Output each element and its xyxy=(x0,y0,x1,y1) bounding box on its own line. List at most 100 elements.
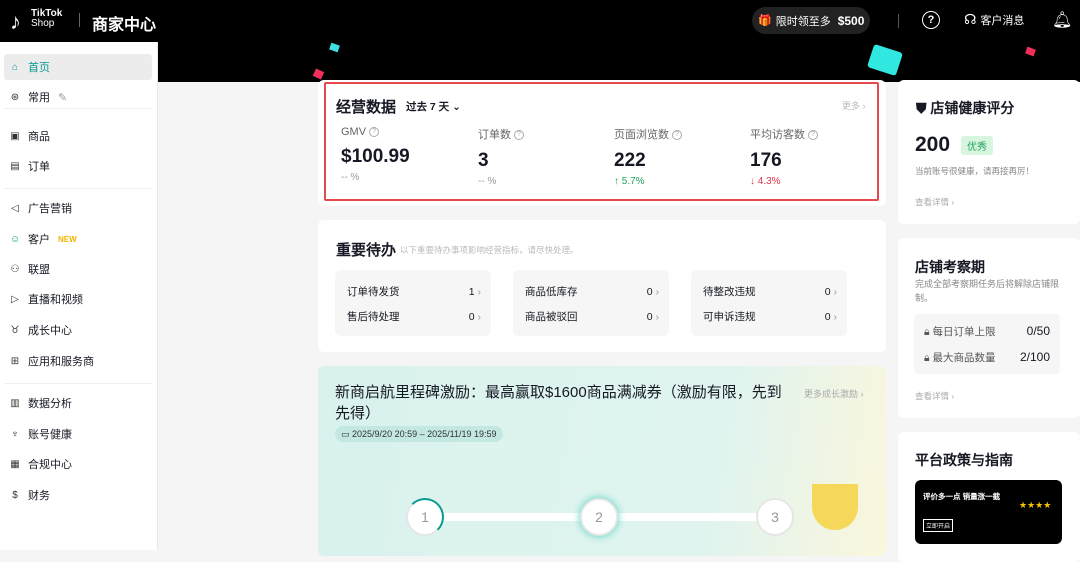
headset-icon: ☊ xyxy=(964,11,977,27)
calendar-icon: ▭ xyxy=(341,429,350,439)
clipboard-icon: ▤ xyxy=(10,160,20,172)
sidebar-item-affiliate[interactable]: ⚇ 联盟 xyxy=(4,256,152,282)
customer-messages-label: 客户消息 xyxy=(980,14,1025,27)
sidebar: ⌂ 首页 ⊛ 常用 ✎ ▣ 商品 ▤ 订单 ◁ 广告营销 ☺ 客户 NEW ⚇ 联盟 ▷ 直播和视频… xyxy=(0,42,158,550)
section-title: 店铺健康评分 xyxy=(930,100,1015,116)
help-icon[interactable]: ? xyxy=(808,130,818,141)
more-link[interactable]: 更多 › xyxy=(842,99,866,112)
todo-item[interactable]: 可申诉违规 0 › xyxy=(703,304,837,329)
edit-icon[interactable]: ✎ xyxy=(58,91,67,104)
todo-count: 0 xyxy=(824,310,831,323)
sidebar-item-label: 财务 xyxy=(28,490,50,502)
customer-messages-button[interactable]: ☊ 客户消息 xyxy=(964,11,1024,28)
help-icon[interactable]: ? xyxy=(514,130,524,141)
sidebar-item-apps[interactable]: ⊞ 应用和服务商 xyxy=(4,348,152,374)
metric-value: 222 xyxy=(614,150,646,171)
promo-amount: $500 xyxy=(837,13,865,28)
todo-item[interactable]: 商品低库存 0 › xyxy=(525,279,659,304)
probation-desc: 完成全部考察期任务后将解除店铺限制。 xyxy=(915,279,1060,303)
customer-icon: ☺ xyxy=(10,233,21,245)
shield-icon: ⛊ xyxy=(916,100,927,116)
lock-icon: 🔒︎ xyxy=(924,325,930,338)
view-details-link[interactable]: 查看详情 › xyxy=(915,390,954,402)
help-icon[interactable]: ? xyxy=(922,11,940,29)
help-icon[interactable]: ? xyxy=(672,130,682,141)
metric-gmv[interactable]: GMV? $100.99 -- % xyxy=(341,126,410,183)
sidebar-item-account-health[interactable]: ♆ 账号健康 xyxy=(4,421,152,447)
section-title: 平台政策与指南 xyxy=(915,452,1013,468)
limit-label: 最大商品数量 xyxy=(932,351,996,364)
sidebar-item-live-video[interactable]: ▷ 直播和视频 xyxy=(4,286,152,312)
milestone-1[interactable]: 1 xyxy=(406,498,444,536)
metric-orders[interactable]: 订单数? 3 -- % xyxy=(478,126,524,187)
tiktok-shop-logo[interactable]: TikTok Shop xyxy=(31,9,62,29)
divider xyxy=(79,13,80,27)
period-dropdown[interactable]: 过去 7 天 ⌄ xyxy=(406,99,461,114)
milestone-2[interactable]: 2 xyxy=(580,498,618,536)
todo-item[interactable]: 商品被驳回 0 › xyxy=(525,304,659,329)
finance-icon: $ xyxy=(12,489,18,501)
todo-item[interactable]: 售后待处理 0 › xyxy=(347,304,481,329)
milestone-3[interactable]: 3 xyxy=(756,498,794,536)
sidebar-item-products[interactable]: ▣ 商品 xyxy=(4,123,152,149)
chevron-down-icon: ⌄ xyxy=(452,101,461,113)
divider xyxy=(4,108,152,109)
view-details-link[interactable]: 查看详情 › xyxy=(915,196,954,208)
date-range-badge: ▭ 2025/9/20 20:59 – 2025/11/19 19:59 xyxy=(335,426,503,442)
todo-item[interactable]: 待整改违规 0 › xyxy=(703,279,837,304)
chart-icon: ▥ xyxy=(10,397,20,409)
promo-button[interactable]: 立即开启 xyxy=(923,519,954,532)
sidebar-item-marketing[interactable]: ◁ 广告营销 xyxy=(4,195,152,221)
todo-label: 商品被驳回 xyxy=(525,311,578,323)
more-label: 更多 xyxy=(842,101,861,111)
promo-title: 评价多一点 销量涨一截 xyxy=(923,492,1001,501)
metric-change: -- % xyxy=(341,172,360,183)
incentive-title: 新商启航里程碑激励：最高赢取$1600商品满减券（激励有限，先到先得） xyxy=(335,384,782,422)
limit-label: 每日订单上限 xyxy=(932,325,996,338)
section-title: 重要待办 xyxy=(336,242,397,259)
home-icon: ⌂ xyxy=(11,61,19,73)
milestone-number: 2 xyxy=(595,509,603,525)
sidebar-item-favorites[interactable]: ⊛ 常用 ✎ xyxy=(4,84,152,110)
box-icon: ▣ xyxy=(10,130,20,142)
todo-item[interactable]: 订单待发货 1 › xyxy=(347,279,481,304)
sidebar-item-customers[interactable]: ☺ 客户 NEW xyxy=(4,226,152,252)
gift-icon: 🎁 xyxy=(758,15,772,27)
date-range: 2025/9/20 20:59 – 2025/11/19 19:59 xyxy=(352,429,497,439)
sidebar-item-compliance[interactable]: ▦ 合规中心 xyxy=(4,451,152,477)
policy-promo-banner[interactable]: 评价多一点 销量涨一截 立即开启 ★★★★ xyxy=(915,480,1062,544)
more-label: 更多成长激励 xyxy=(804,389,859,399)
divider xyxy=(4,383,152,384)
metric-page-views[interactable]: 页面浏览数? 222 ↑ 5.7% xyxy=(614,126,682,187)
todo-count: 0 xyxy=(646,310,653,323)
help-icon[interactable]: ? xyxy=(369,127,380,138)
metric-value: $100.99 xyxy=(341,146,410,167)
incentive-card: 新商启航里程碑激励：最高赢取$1600商品满减券（激励有限，先到先得） 更多成长… xyxy=(318,366,886,556)
sidebar-item-label: 直播和视频 xyxy=(28,294,83,306)
divider xyxy=(898,14,899,28)
todo-label: 商品低库存 xyxy=(525,286,578,298)
sidebar-item-finance[interactable]: $ 财务 xyxy=(4,482,152,508)
sidebar-item-home[interactable]: ⌂ 首页 xyxy=(4,54,152,80)
bell-icon[interactable]: 🔔︎ xyxy=(1052,10,1072,30)
promo-button[interactable]: 🎁 限时领至多 $500 xyxy=(752,7,870,34)
link-label: 查看详情 xyxy=(915,197,950,207)
limit-row: 🔒︎ 最大商品数量 2/100 xyxy=(924,344,1050,370)
chevron-right-icon: › xyxy=(655,310,660,323)
metric-label: 订单数 xyxy=(478,129,511,141)
chevron-right-icon: › xyxy=(477,285,482,298)
policy-card: 平台政策与指南 评价多一点 销量涨一截 立即开启 ★★★★ xyxy=(898,432,1080,562)
todo-group: 待整改违规 0 › 可申诉违规 0 › xyxy=(691,270,847,336)
sidebar-item-growth[interactable]: ♉ 成长中心 xyxy=(4,317,152,343)
chevron-right-icon: › xyxy=(833,310,838,323)
metric-avg-visitors[interactable]: 平均访客数? 176 ↓ 4.3% xyxy=(750,126,818,187)
metric-value: 3 xyxy=(478,150,489,171)
todo-label: 待整改违规 xyxy=(703,286,756,298)
more-incentives-link[interactable]: 更多成长激励 › xyxy=(804,387,864,400)
business-data-card: 经营数据 过去 7 天 ⌄ 更多 › GMV? $100.99 -- % 订单数? 3… xyxy=(318,80,886,206)
health-score-card: ⛊ 店铺健康评分 200 优秀 当前账号很健康，请再接再厉！ 查看详情 › xyxy=(898,80,1080,224)
sidebar-item-orders[interactable]: ▤ 订单 xyxy=(4,153,152,179)
sidebar-item-analytics[interactable]: ▥ 数据分析 xyxy=(4,390,152,416)
metric-change: 4.3% xyxy=(757,176,781,187)
probation-limits: 🔒︎ 每日订单上限 0/50 🔒︎ 最大商品数量 2/100 xyxy=(914,314,1060,374)
